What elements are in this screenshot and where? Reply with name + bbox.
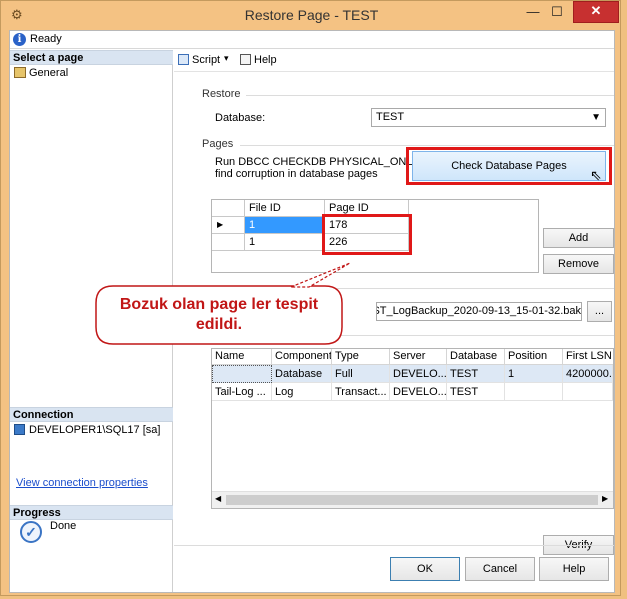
script-button[interactable]: Script bbox=[178, 54, 220, 66]
backup-sets-grid: Name Component Type Server Database Posi… bbox=[211, 348, 614, 509]
table-cell[interactable]: 1 bbox=[505, 365, 563, 383]
table-cell[interactable]: Full bbox=[332, 365, 390, 383]
column-header[interactable]: Position bbox=[505, 349, 563, 365]
scroll-right-icon[interactable]: ▶ bbox=[602, 494, 608, 503]
help-icon bbox=[240, 54, 251, 65]
group-divider bbox=[240, 145, 614, 146]
horizontal-scrollbar[interactable]: ◀ ▶ bbox=[212, 491, 613, 508]
column-header[interactable]: File ID bbox=[245, 200, 325, 217]
group-divider bbox=[246, 95, 614, 96]
table-cell[interactable] bbox=[563, 383, 613, 401]
script-icon bbox=[178, 54, 189, 65]
script-dropdown-arrow-icon[interactable]: ▾ bbox=[224, 53, 229, 64]
server-icon bbox=[14, 424, 25, 435]
info-icon: i bbox=[13, 33, 26, 46]
database-label: Database: bbox=[215, 112, 266, 124]
pages-description-line2: find corruption in database pages bbox=[215, 168, 378, 180]
scroll-left-icon[interactable]: ◀ bbox=[215, 494, 221, 503]
check-database-pages-button[interactable]: Check Database Pages bbox=[412, 151, 606, 181]
table-cell[interactable]: DEVELO... bbox=[390, 365, 447, 383]
progress-status: Done bbox=[50, 520, 77, 532]
table-cell[interactable]: Log bbox=[272, 383, 332, 401]
table-cell[interactable] bbox=[212, 365, 272, 383]
add-button[interactable]: Add bbox=[543, 228, 614, 248]
pages-group-label: Pages bbox=[202, 138, 234, 150]
row-selector[interactable] bbox=[212, 234, 245, 251]
connection-header: Connection bbox=[10, 407, 173, 422]
column-header[interactable]: Name bbox=[212, 349, 272, 365]
callout-text: Bozuk olan page ler tespit edildi. bbox=[95, 295, 343, 335]
column-header[interactable]: Type bbox=[332, 349, 390, 365]
table-cell[interactable]: 4200000... bbox=[563, 365, 613, 383]
connection-name: DEVELOPER1\SQL17 [sa] bbox=[29, 424, 161, 436]
callout-line1: Bozuk olan page ler tespit bbox=[119, 296, 319, 313]
footer-divider bbox=[174, 545, 614, 546]
database-select[interactable]: TEST ▼ bbox=[371, 108, 606, 127]
minimize-button[interactable]: — bbox=[522, 3, 544, 23]
mouse-cursor-icon: ⇖ bbox=[590, 167, 602, 183]
table-cell[interactable]: Transact... bbox=[332, 383, 390, 401]
database-value: TEST bbox=[376, 111, 405, 123]
close-button[interactable]: ✕ bbox=[573, 1, 619, 23]
pages-description-line1: Run DBCC CHECKDB PHYSICAL_ONLY to bbox=[215, 156, 431, 168]
status-bar: i Ready bbox=[10, 31, 614, 49]
column-header[interactable]: Component bbox=[272, 349, 332, 365]
table-cell[interactable]: 1 bbox=[245, 234, 325, 251]
title-bar[interactable]: ⚙ Restore Page - TEST — ☐ ✕ bbox=[1, 1, 622, 29]
table-cell[interactable]: TEST bbox=[447, 383, 505, 401]
maximize-button[interactable]: ☐ bbox=[546, 3, 568, 23]
chevron-down-icon: ▼ bbox=[591, 112, 601, 123]
row-selector-icon[interactable]: ▶ bbox=[212, 217, 245, 234]
callout-line2: edildi. bbox=[195, 316, 243, 333]
cancel-button[interactable]: Cancel bbox=[465, 557, 535, 581]
column-header[interactable]: First LSN bbox=[563, 349, 613, 365]
grid-corner bbox=[212, 200, 245, 217]
progress-header: Progress bbox=[10, 505, 173, 520]
highlight-box bbox=[322, 214, 412, 255]
column-header[interactable]: Database bbox=[447, 349, 505, 365]
status-text: Ready bbox=[30, 33, 62, 45]
toolbar: Script ▾ Help bbox=[174, 50, 614, 72]
connection-info: DEVELOPER1\SQL17 [sa] bbox=[14, 424, 160, 436]
progress-done-icon: ✓ bbox=[20, 521, 42, 543]
page-item-general[interactable]: General bbox=[14, 67, 68, 79]
remove-button[interactable]: Remove bbox=[543, 254, 614, 274]
column-header[interactable]: Server bbox=[390, 349, 447, 365]
table-cell[interactable] bbox=[505, 383, 563, 401]
script-label: Script bbox=[192, 54, 221, 66]
table-cell[interactable]: DEVELO... bbox=[390, 383, 447, 401]
table-cell[interactable]: TEST bbox=[447, 365, 505, 383]
help-label: Help bbox=[254, 54, 277, 66]
view-connection-properties-link[interactable]: View connection properties bbox=[16, 477, 148, 489]
backup-path-field[interactable]: C:\Program Files\Microsoft SQL Server\MS… bbox=[376, 302, 582, 321]
select-page-header: Select a page bbox=[10, 50, 173, 65]
restore-group-label: Restore bbox=[202, 88, 241, 100]
help-button[interactable]: Help bbox=[539, 557, 609, 581]
annotation-callout: Bozuk olan page ler tespit edildi. bbox=[95, 262, 351, 345]
general-page-icon bbox=[14, 67, 26, 78]
table-cell[interactable]: Database bbox=[272, 365, 332, 383]
toolbar-help-button[interactable]: Help bbox=[240, 54, 277, 66]
table-cell[interactable]: 1 bbox=[245, 217, 325, 234]
page-item-label: General bbox=[29, 67, 69, 79]
scrollbar-thumb[interactable] bbox=[226, 495, 598, 505]
ok-button[interactable]: OK bbox=[390, 557, 460, 581]
backup-path-value: C:\Program Files\Microsoft SQL Server\MS… bbox=[376, 305, 581, 317]
table-cell[interactable]: Tail-Log ... bbox=[212, 383, 272, 401]
browse-button[interactable]: ... bbox=[587, 301, 612, 322]
